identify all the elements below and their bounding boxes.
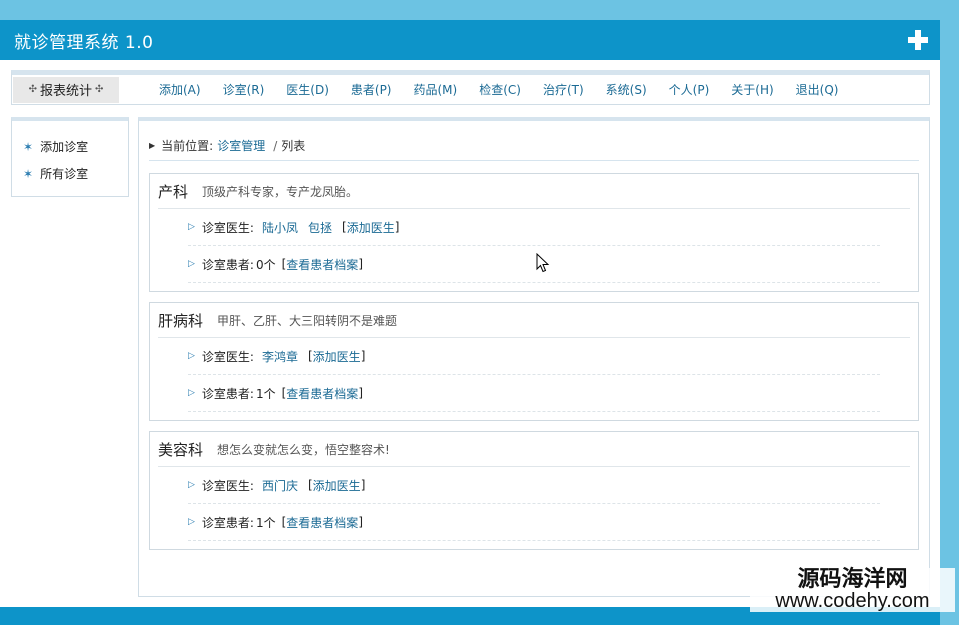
- menu-treatment[interactable]: 治疗(T): [543, 81, 584, 98]
- watermark-en: www.codehy.com: [775, 590, 930, 613]
- department-doctors-row: ▷ 诊室医生: 李鸿章 [添加医生]: [188, 338, 880, 375]
- doctor-link[interactable]: 包拯: [308, 219, 332, 236]
- arrow-right-icon: ▷: [188, 222, 195, 232]
- breadcrumb: ▶ 当前位置: 诊室管理 / 列表: [149, 131, 919, 161]
- doctors-label: 诊室医生:: [201, 349, 254, 364]
- patients-label: 诊室患者:: [201, 257, 254, 272]
- view-records-link[interactable]: 查看患者档案: [286, 385, 358, 402]
- department-doctors-row: ▷ 诊室医生: 陆小凤 包拯 [添加医生]: [188, 209, 880, 246]
- view-records-link[interactable]: 查看患者档案: [286, 256, 358, 273]
- arrow-right-icon: ▷: [188, 351, 195, 361]
- menu-system[interactable]: 系统(S): [606, 81, 647, 98]
- patient-count: 1个: [255, 386, 276, 401]
- department-card: 肝病科 甲肝、乙肝、大三阳转阴不是难题 ▷ 诊室医生: 李鸿章 [添加医生] ▷…: [149, 302, 919, 421]
- watermark: 源码海洋网 www.codehy.com: [750, 567, 955, 613]
- app-title: 就诊管理系统 1.0: [14, 32, 154, 53]
- doctor-link[interactable]: 陆小凤: [262, 219, 298, 236]
- department-header: 美容科 想怎么变就怎么变，悟空整容术!: [158, 432, 910, 467]
- department-name: 美容科: [158, 440, 204, 459]
- patient-count: 0个: [255, 257, 276, 272]
- arrow-right-icon: ▷: [188, 259, 195, 269]
- department-card: 产科 顶级产科专家，专产龙凤胎。 ▷ 诊室医生: 陆小凤 包拯 [添加医生] ▷…: [149, 173, 919, 292]
- patient-count: 1个: [255, 515, 276, 530]
- menu-exit[interactable]: 退出(Q): [796, 81, 839, 98]
- add-doctor-link[interactable]: 添加医生: [347, 219, 395, 236]
- department-doctors-row: ▷ 诊室医生: 西门庆 [添加医生]: [188, 467, 880, 504]
- doctors-label: 诊室医生:: [201, 220, 254, 235]
- sidebar: ✶ 添加诊室 ✶ 所有诊室: [11, 117, 129, 197]
- sidebar-item-label: 所有诊室: [40, 167, 89, 181]
- watermark-cn: 源码海洋网: [797, 567, 908, 592]
- move-icon: ✣: [95, 84, 104, 95]
- menu-add[interactable]: 添加(A): [159, 81, 201, 98]
- department-desc: 想怎么变就怎么变，悟空整容术!: [217, 442, 390, 457]
- menubar: ✣ 报表统计 ✣ 添加(A) 诊室(R) 医生(D) 患者(P) 药品(M) 检…: [11, 70, 930, 105]
- report-stats-button[interactable]: ✣ 报表统计 ✣: [13, 76, 119, 103]
- breadcrumb-link-room-mgmt[interactable]: 诊室管理: [217, 137, 265, 154]
- menu-patient[interactable]: 患者(P): [351, 81, 392, 98]
- department-card: 美容科 想怎么变就怎么变，悟空整容术! ▷ 诊室医生: 西门庆 [添加医生] ▷…: [149, 431, 919, 550]
- department-name: 产科: [158, 182, 189, 201]
- main-menu: 添加(A) 诊室(R) 医生(D) 患者(P) 药品(M) 检查(C) 治疗(T…: [159, 81, 860, 98]
- department-header: 产科 顶级产科专家，专产龙凤胎。: [158, 174, 910, 209]
- star-icon: ✶: [23, 166, 34, 181]
- department-name: 肝病科: [158, 311, 204, 330]
- sidebar-item-add-room[interactable]: ✶ 添加诊室: [23, 133, 128, 160]
- menu-doctor[interactable]: 医生(D): [286, 81, 329, 98]
- sidebar-item-all-rooms[interactable]: ✶ 所有诊室: [23, 160, 128, 187]
- menu-check[interactable]: 检查(C): [479, 81, 521, 98]
- add-doctor-link[interactable]: 添加医生: [313, 348, 361, 365]
- doctor-link[interactable]: 李鸿章: [262, 348, 298, 365]
- breadcrumb-current: 列表: [281, 139, 306, 153]
- menu-room[interactable]: 诊室(R): [223, 81, 265, 98]
- sidebar-item-label: 添加诊室: [40, 140, 89, 154]
- menu-about[interactable]: 关于(H): [731, 81, 773, 98]
- department-patients-row: ▷ 诊室患者: 1个 [查看患者档案]: [188, 375, 880, 412]
- arrow-right-icon: ▷: [188, 480, 195, 490]
- view-records-link[interactable]: 查看患者档案: [286, 514, 358, 531]
- add-doctor-link[interactable]: 添加医生: [313, 477, 361, 494]
- breadcrumb-prefix: 当前位置:: [161, 139, 214, 153]
- main-panel: ▶ 当前位置: 诊室管理 / 列表 产科 顶级产科专家，专产龙凤胎。 ▷ 诊室医…: [138, 117, 930, 597]
- arrow-right-icon: ▷: [188, 388, 195, 398]
- doctors-label: 诊室医生:: [201, 478, 254, 493]
- report-stats-label: 报表统计: [39, 84, 92, 99]
- patients-label: 诊室患者:: [201, 515, 254, 530]
- menu-personal[interactable]: 个人(P): [669, 81, 710, 98]
- menu-medicine[interactable]: 药品(M): [414, 81, 458, 98]
- arrow-right-icon: ▷: [188, 517, 195, 527]
- breadcrumb-separator: /: [273, 138, 278, 153]
- department-patients-row: ▷ 诊室患者: 0个 [查看患者档案]: [188, 246, 880, 283]
- department-desc: 甲肝、乙肝、大三阳转阴不是难题: [217, 313, 398, 328]
- department-patients-row: ▷ 诊室患者: 1个 [查看患者档案]: [188, 504, 880, 541]
- star-icon: ✶: [23, 139, 34, 154]
- department-desc: 顶级产科专家，专产龙凤胎。: [202, 184, 359, 199]
- mouse-cursor-icon: [536, 253, 550, 273]
- department-header: 肝病科 甲肝、乙肝、大三阳转阴不是难题: [158, 303, 910, 338]
- triangle-right-icon: ▶: [149, 141, 156, 150]
- app-header: 就诊管理系统 1.0: [0, 20, 940, 60]
- plus-icon[interactable]: [908, 30, 928, 50]
- patients-label: 诊室患者:: [201, 386, 254, 401]
- move-icon: ✣: [28, 84, 37, 95]
- doctor-link[interactable]: 西门庆: [262, 477, 298, 494]
